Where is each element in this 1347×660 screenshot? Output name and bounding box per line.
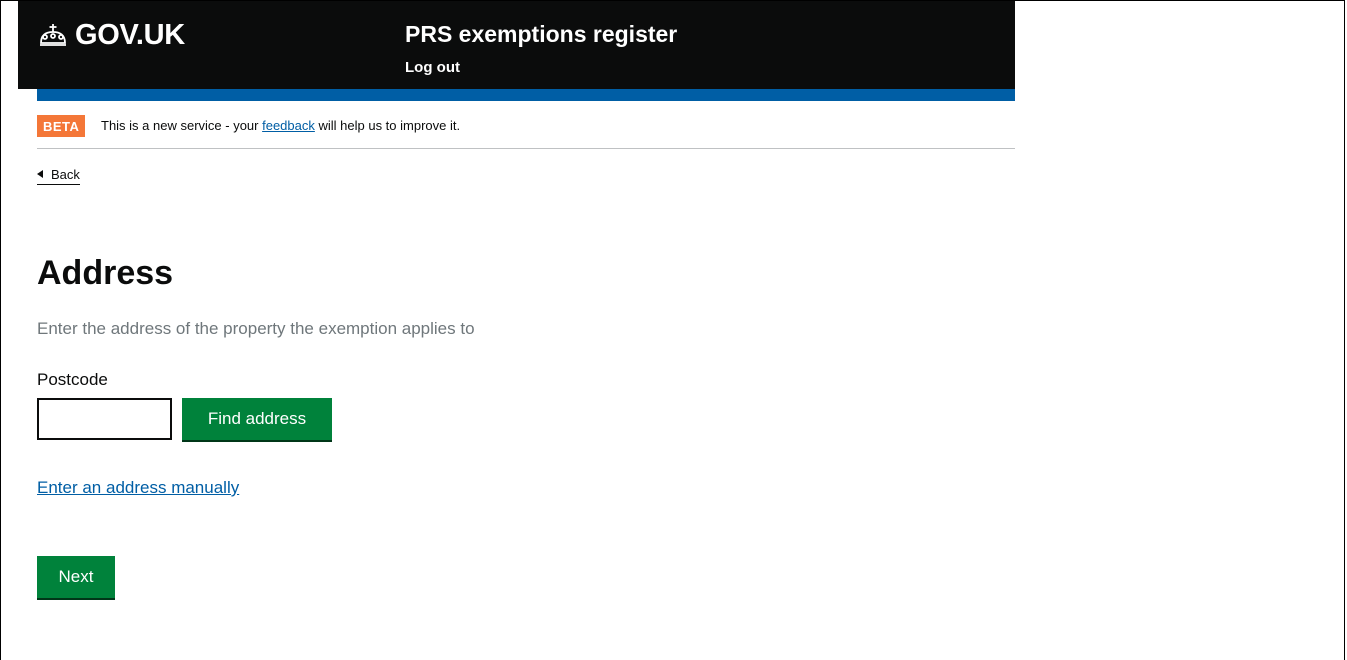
back-link-label: Back	[51, 167, 80, 182]
back-link[interactable]: Back	[37, 166, 80, 185]
govuk-logo-link[interactable]: GOV.UK	[37, 19, 185, 51]
logo-text: GOV.UK	[75, 19, 185, 51]
page-title: Address	[37, 254, 174, 292]
postcode-label: Postcode	[37, 370, 108, 389]
enter-address-manually-link[interactable]: Enter an address manually	[37, 477, 239, 499]
phase-text-after: will help us to improve it.	[314, 118, 461, 133]
find-address-button[interactable]: Find address	[182, 398, 332, 440]
postcode-input[interactable]	[37, 398, 172, 440]
next-button[interactable]: Next	[37, 556, 115, 598]
crown-icon	[40, 24, 66, 46]
back-triangle-icon	[37, 170, 43, 178]
service-name-link[interactable]: PRS exemptions register	[405, 20, 677, 48]
phase-banner: BETA This is a new service - your feedba…	[37, 101, 1015, 149]
phase-banner-text: This is a new service - your feedback wi…	[101, 117, 460, 134]
header-blue-bar	[37, 89, 1015, 101]
logout-link[interactable]: Log out	[405, 59, 460, 77]
page-hint: Enter the address of the property the ex…	[37, 319, 475, 338]
feedback-link[interactable]: feedback	[262, 118, 315, 133]
beta-tag: BETA	[37, 115, 86, 137]
phase-text-before: This is a new service - your	[101, 118, 263, 133]
site-header: GOV.UK PRS exemptions register Log out	[18, 1, 1015, 89]
